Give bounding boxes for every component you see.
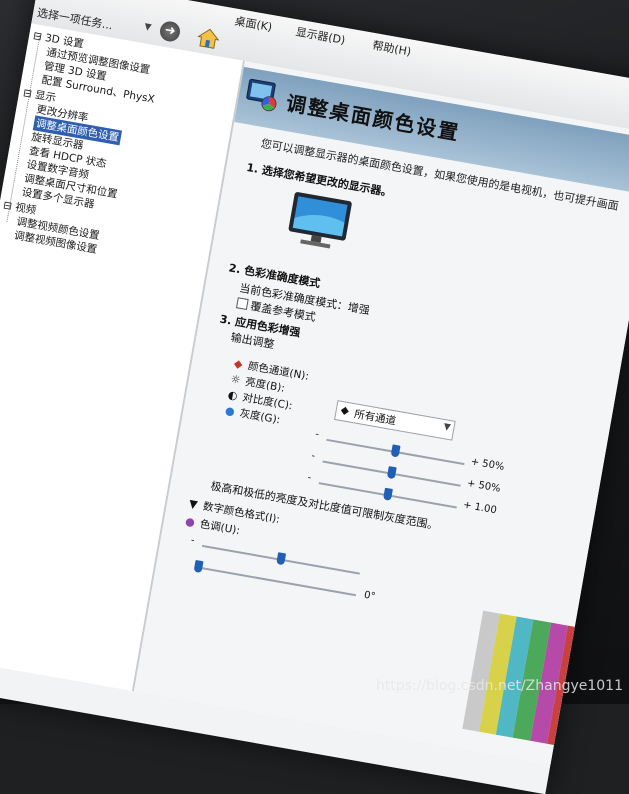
- contrast-value: + 50%: [466, 477, 502, 495]
- home-icon[interactable]: [196, 26, 221, 50]
- gamma-slider-thumb[interactable]: [382, 487, 393, 501]
- hue-value: 0°: [363, 589, 377, 603]
- checkbox-box[interactable]: [235, 297, 249, 311]
- page-title: 调整桌面颜色设置: [284, 90, 462, 146]
- display-color-icon: [246, 78, 277, 112]
- monitor-icon[interactable]: [284, 189, 355, 255]
- channel-select[interactable]: ◆ 所有通道 ▼: [334, 400, 456, 441]
- gamma-minus: -: [306, 472, 313, 484]
- vibrance-minus: -: [189, 534, 196, 547]
- gamma-icon: ●: [224, 403, 236, 419]
- channel-select-icon: ◆: [339, 403, 350, 418]
- sun-icon: ☼: [229, 372, 242, 387]
- menu-help[interactable]: 帮助(H): [371, 37, 413, 60]
- menu-desktop[interactable]: 桌面(K): [233, 13, 273, 35]
- hue-slider[interactable]: [198, 566, 357, 597]
- chevron-down-icon[interactable]: ▼: [144, 22, 153, 33]
- watermark: https://blog.csdn.net/Zhangye1011: [375, 678, 623, 694]
- vibrance-icon: ▼: [187, 497, 199, 512]
- contrast-slider-thumb[interactable]: [386, 466, 397, 480]
- channel-icon: ◆: [233, 356, 244, 371]
- hue-slider-thumb[interactable]: [193, 559, 204, 574]
- channel-select-value: 所有通道: [353, 408, 397, 428]
- contrast-icon: ◐: [226, 388, 239, 403]
- hue-icon: ●: [184, 514, 196, 530]
- brightness-value: + 50%: [469, 456, 506, 474]
- contrast-minus: -: [310, 450, 316, 462]
- gamma-value: + 1.00: [462, 499, 498, 517]
- vibrance-slider-thumb[interactable]: [276, 552, 287, 566]
- nvidia-control-panel-window: 桌面(K) 显示器(D) 帮助(H) 选择一项任务... ▼ ➜ ⊟ 3D 设置…: [0, 0, 629, 794]
- brightness-slider-thumb[interactable]: [390, 444, 401, 458]
- brightness-minus: -: [314, 428, 320, 441]
- back-arrow-icon[interactable]: ➜: [158, 19, 182, 44]
- chevron-down-icon[interactable]: ▼: [443, 422, 452, 433]
